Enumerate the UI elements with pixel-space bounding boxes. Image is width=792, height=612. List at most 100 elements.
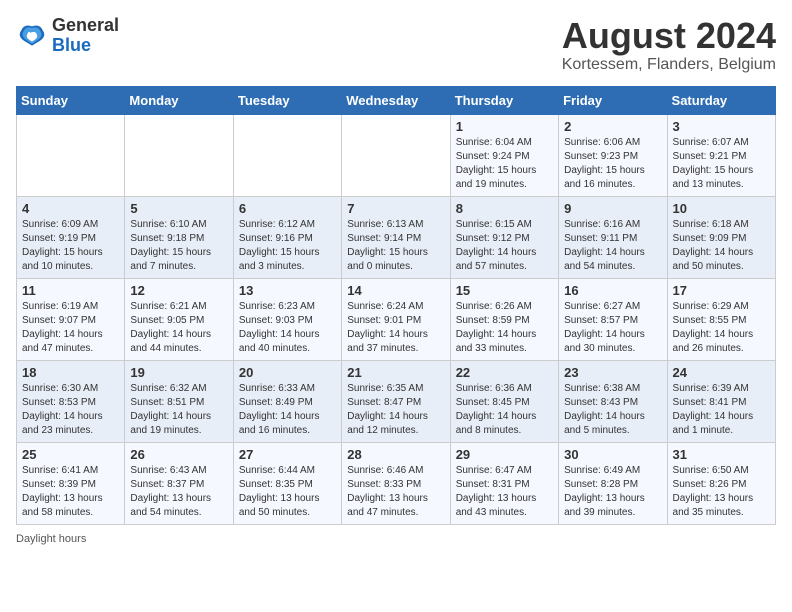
logo-icon — [16, 20, 48, 52]
day-number: 16 — [564, 283, 661, 298]
calendar-cell: 16 Sunrise: 6:27 AM Sunset: 8:57 PM Dayli… — [559, 278, 667, 360]
calendar-week-row: 4 Sunrise: 6:09 AM Sunset: 9:19 PM Daylig… — [17, 196, 776, 278]
calendar-cell: 26 Sunrise: 6:43 AM Sunset: 8:37 PM Dayli… — [125, 442, 233, 524]
day-info: Sunrise: 6:41 AM Sunset: 8:39 PM Dayligh… — [22, 464, 119, 520]
calendar-cell: 28Sunrise: 6:46 AM Sunset: 8:33 PM Dayli… — [342, 442, 450, 524]
day-number: 9 — [564, 201, 661, 216]
day-number: 8 — [456, 201, 553, 216]
calendar-cell: 2 Sunrise: 6:06 AM Sunset: 9:23 PM Daylig… — [559, 114, 667, 196]
day-number: 12 — [130, 283, 227, 298]
day-info: Sunrise: 6:18 AM Sunset: 9:09 PM Dayligh… — [673, 218, 770, 274]
day-number: 27 — [239, 447, 336, 462]
day-number: 23 — [564, 365, 661, 380]
day-info: Sunrise: 6:47 AM Sunset: 8:31 PM Dayligh… — [456, 464, 553, 520]
day-info: Sunrise: 6:10 AM Sunset: 9:18 PM Dayligh… — [130, 218, 227, 274]
day-number: 5 — [130, 201, 227, 216]
day-info: Sunrise: 6:09 AM Sunset: 9:19 PM Dayligh… — [22, 218, 119, 274]
calendar-cell: 4 Sunrise: 6:09 AM Sunset: 9:19 PM Daylig… — [17, 196, 125, 278]
day-number: 22 — [456, 365, 553, 380]
day-of-week-header: Saturday — [667, 86, 775, 114]
day-info: Sunrise: 6:19 AM Sunset: 9:07 PM Dayligh… — [22, 300, 119, 356]
calendar-cell: 12 Sunrise: 6:21 AM Sunset: 9:05 PM Dayli… — [125, 278, 233, 360]
day-info: Sunrise: 6:24 AM Sunset: 9:01 PM Dayligh… — [347, 300, 444, 356]
header-row: SundayMondayTuesdayWednesdayThursdayFrid… — [17, 86, 776, 114]
calendar-cell: 25 Sunrise: 6:41 AM Sunset: 8:39 PM Dayli… — [17, 442, 125, 524]
day-info: Sunrise: 6:07 AM Sunset: 9:21 PM Dayligh… — [673, 136, 770, 192]
day-info: Sunrise: 6:33 AM Sunset: 8:49 PM Dayligh… — [239, 382, 336, 438]
day-of-week-header: Thursday — [450, 86, 558, 114]
day-number: 26 — [130, 447, 227, 462]
calendar-cell: 15 Sunrise: 6:26 AM Sunset: 8:59 PM Dayli… — [450, 278, 558, 360]
day-number: 15 — [456, 283, 553, 298]
day-of-week-header: Sunday — [17, 86, 125, 114]
calendar-cell: 19 Sunrise: 6:32 AM Sunset: 8:51 PM Dayli… — [125, 360, 233, 442]
day-of-week-header: Wednesday — [342, 86, 450, 114]
day-number: 6 — [239, 201, 336, 216]
day-of-week-header: Monday — [125, 86, 233, 114]
calendar-cell: 9Sunrise: 6:16 AM Sunset: 9:11 PM Daylig… — [559, 196, 667, 278]
calendar-cell: 13Sunrise: 6:23 AM Sunset: 9:03 PM Dayli… — [233, 278, 341, 360]
day-number: 10 — [673, 201, 770, 216]
calendar-week-row: 11Sunrise: 6:19 AM Sunset: 9:07 PM Dayli… — [17, 278, 776, 360]
day-number: 18 — [22, 365, 119, 380]
day-number: 4 — [22, 201, 119, 216]
calendar-cell: 10 Sunrise: 6:18 AM Sunset: 9:09 PM Dayli… — [667, 196, 775, 278]
day-number: 21 — [347, 365, 444, 380]
day-info: Sunrise: 6:49 AM Sunset: 8:28 PM Dayligh… — [564, 464, 661, 520]
day-info: Sunrise: 6:26 AM Sunset: 8:59 PM Dayligh… — [456, 300, 553, 356]
daylight-label: Daylight hours — [16, 533, 86, 545]
day-number: 13 — [239, 283, 336, 298]
calendar-cell: 23 Sunrise: 6:38 AM Sunset: 8:43 PM Dayli… — [559, 360, 667, 442]
logo-text: General Blue — [52, 16, 119, 56]
day-info: Sunrise: 6:35 AM Sunset: 8:47 PM Dayligh… — [347, 382, 444, 438]
day-info: Sunrise: 6:27 AM Sunset: 8:57 PM Dayligh… — [564, 300, 661, 356]
day-info: Sunrise: 6:21 AM Sunset: 9:05 PM Dayligh… — [130, 300, 227, 356]
day-number: 7 — [347, 201, 444, 216]
day-number: 25 — [22, 447, 119, 462]
day-of-week-header: Friday — [559, 86, 667, 114]
day-info: Sunrise: 6:38 AM Sunset: 8:43 PM Dayligh… — [564, 382, 661, 438]
calendar-cell: 22 Sunrise: 6:36 AM Sunset: 8:45 PM Dayli… — [450, 360, 558, 442]
calendar-week-row: 1 Sunrise: 6:04 AM Sunset: 9:24 PM Daylig… — [17, 114, 776, 196]
day-info: Sunrise: 6:44 AM Sunset: 8:35 PM Dayligh… — [239, 464, 336, 520]
day-info: Sunrise: 6:43 AM Sunset: 8:37 PM Dayligh… — [130, 464, 227, 520]
day-number: 29 — [456, 447, 553, 462]
calendar-cell — [17, 114, 125, 196]
day-info: Sunrise: 6:06 AM Sunset: 9:23 PM Dayligh… — [564, 136, 661, 192]
day-of-week-header: Tuesday — [233, 86, 341, 114]
day-info: Sunrise: 6:04 AM Sunset: 9:24 PM Dayligh… — [456, 136, 553, 192]
day-number: 31 — [673, 447, 770, 462]
day-info: Sunrise: 6:50 AM Sunset: 8:26 PM Dayligh… — [673, 464, 770, 520]
day-number: 20 — [239, 365, 336, 380]
day-number: 1 — [456, 119, 553, 134]
calendar-cell: 18 Sunrise: 6:30 AM Sunset: 8:53 PM Dayli… — [17, 360, 125, 442]
calendar-cell: 5 Sunrise: 6:10 AM Sunset: 9:18 PM Daylig… — [125, 196, 233, 278]
day-info: Sunrise: 6:39 AM Sunset: 8:41 PM Dayligh… — [673, 382, 770, 438]
calendar-table: SundayMondayTuesdayWednesdayThursdayFrid… — [16, 86, 776, 525]
calendar-cell: 24Sunrise: 6:39 AM Sunset: 8:41 PM Dayli… — [667, 360, 775, 442]
calendar-cell — [233, 114, 341, 196]
calendar-cell: 30Sunrise: 6:49 AM Sunset: 8:28 PM Dayli… — [559, 442, 667, 524]
day-number: 14 — [347, 283, 444, 298]
calendar-subtitle: Kortessem, Flanders, Belgium — [562, 56, 776, 74]
day-info: Sunrise: 6:13 AM Sunset: 9:14 PM Dayligh… — [347, 218, 444, 274]
calendar-cell: 20 Sunrise: 6:33 AM Sunset: 8:49 PM Dayli… — [233, 360, 341, 442]
calendar-cell: 8Sunrise: 6:15 AM Sunset: 9:12 PM Daylig… — [450, 196, 558, 278]
calendar-cell: 29 Sunrise: 6:47 AM Sunset: 8:31 PM Dayli… — [450, 442, 558, 524]
calendar-cell: 7 Sunrise: 6:13 AM Sunset: 9:14 PM Daylig… — [342, 196, 450, 278]
calendar-cell — [342, 114, 450, 196]
day-number: 28 — [347, 447, 444, 462]
calendar-cell: 6Sunrise: 6:12 AM Sunset: 9:16 PM Daylig… — [233, 196, 341, 278]
calendar-cell — [125, 114, 233, 196]
day-number: 2 — [564, 119, 661, 134]
calendar-week-row: 18 Sunrise: 6:30 AM Sunset: 8:53 PM Dayli… — [17, 360, 776, 442]
calendar-cell: 21 Sunrise: 6:35 AM Sunset: 8:47 PM Dayli… — [342, 360, 450, 442]
day-number: 19 — [130, 365, 227, 380]
title-block: August 2024 Kortessem, Flanders, Belgium — [562, 16, 776, 74]
day-info: Sunrise: 6:36 AM Sunset: 8:45 PM Dayligh… — [456, 382, 553, 438]
calendar-cell: 1 Sunrise: 6:04 AM Sunset: 9:24 PM Daylig… — [450, 114, 558, 196]
day-info: Sunrise: 6:32 AM Sunset: 8:51 PM Dayligh… — [130, 382, 227, 438]
calendar-cell: 11Sunrise: 6:19 AM Sunset: 9:07 PM Dayli… — [17, 278, 125, 360]
day-info: Sunrise: 6:29 AM Sunset: 8:55 PM Dayligh… — [673, 300, 770, 356]
day-info: Sunrise: 6:30 AM Sunset: 8:53 PM Dayligh… — [22, 382, 119, 438]
